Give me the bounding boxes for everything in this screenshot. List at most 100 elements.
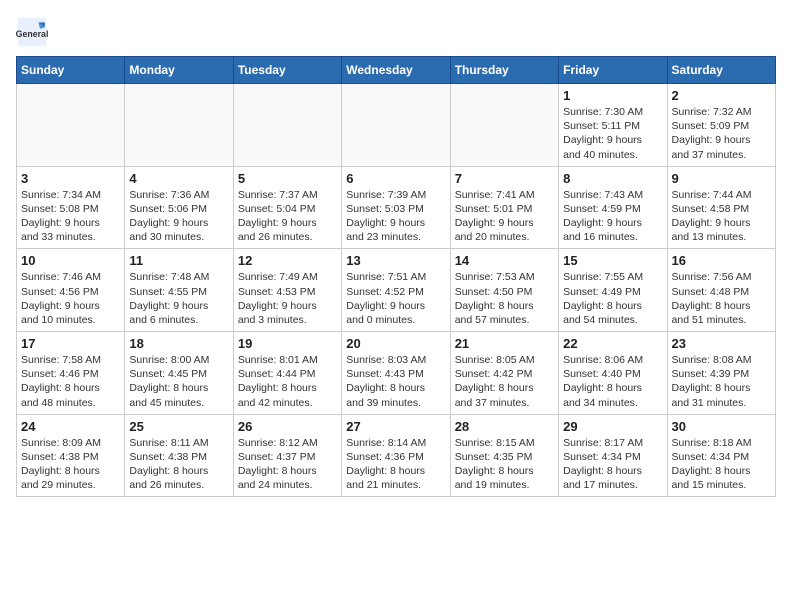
day-info: Sunrise: 7:49 AM Sunset: 4:53 PM Dayligh… [238,270,337,327]
column-header-tuesday: Tuesday [233,57,341,84]
calendar-week-5: 24 Sunrise: 8:09 AM Sunset: 4:38 PM Dayli… [17,414,776,497]
day-number: 10 [21,253,120,268]
column-header-wednesday: Wednesday [342,57,450,84]
column-header-sunday: Sunday [17,57,125,84]
calendar-week-1: 1 Sunrise: 7:30 AM Sunset: 5:11 PM Daylig… [17,84,776,167]
day-info: Sunrise: 7:46 AM Sunset: 4:56 PM Dayligh… [21,270,120,327]
calendar-week-3: 10 Sunrise: 7:46 AM Sunset: 4:56 PM Dayli… [17,249,776,332]
day-number: 14 [455,253,554,268]
day-info: Sunrise: 7:55 AM Sunset: 4:49 PM Dayligh… [563,270,662,327]
calendar-cell: 15Sunrise: 7:55 AM Sunset: 4:49 PM Dayli… [559,249,667,332]
calendar-cell: 7Sunrise: 7:41 AM Sunset: 5:01 PM Daylig… [450,166,558,249]
calendar-cell: 17 Sunrise: 7:58 AM Sunset: 4:46 PM Dayli… [17,332,125,415]
calendar-cell: 25 Sunrise: 8:11 AM Sunset: 4:38 PM Dayli… [125,414,233,497]
day-number: 3 [21,171,120,186]
day-number: 24 [21,419,120,434]
day-info: Sunrise: 7:56 AM Sunset: 4:48 PM Dayligh… [672,270,771,327]
day-info: Sunrise: 8:00 AM Sunset: 4:45 PM Dayligh… [129,353,228,410]
calendar-week-4: 17 Sunrise: 7:58 AM Sunset: 4:46 PM Dayli… [17,332,776,415]
calendar-cell [17,84,125,167]
day-number: 8 [563,171,662,186]
day-info: Sunrise: 7:39 AM Sunset: 5:03 PM Dayligh… [346,188,445,245]
calendar-cell: 30Sunrise: 8:18 AM Sunset: 4:34 PM Dayli… [667,414,775,497]
column-header-saturday: Saturday [667,57,775,84]
calendar-cell: 24 Sunrise: 8:09 AM Sunset: 4:38 PM Dayli… [17,414,125,497]
day-number: 29 [563,419,662,434]
calendar-cell: 11 Sunrise: 7:48 AM Sunset: 4:55 PM Dayli… [125,249,233,332]
calendar-cell: 18 Sunrise: 8:00 AM Sunset: 4:45 PM Dayli… [125,332,233,415]
day-info: Sunrise: 7:51 AM Sunset: 4:52 PM Dayligh… [346,270,445,327]
day-info: Sunrise: 8:06 AM Sunset: 4:40 PM Dayligh… [563,353,662,410]
calendar-cell: 26 Sunrise: 8:12 AM Sunset: 4:37 PM Dayli… [233,414,341,497]
day-number: 13 [346,253,445,268]
calendar-cell: 29 Sunrise: 8:17 AM Sunset: 4:34 PM Dayli… [559,414,667,497]
day-info: Sunrise: 8:15 AM Sunset: 4:35 PM Dayligh… [455,436,554,493]
day-number: 5 [238,171,337,186]
day-number: 17 [21,336,120,351]
day-number: 25 [129,419,228,434]
day-info: Sunrise: 8:09 AM Sunset: 4:38 PM Dayligh… [21,436,120,493]
calendar-cell: 28 Sunrise: 8:15 AM Sunset: 4:35 PM Dayli… [450,414,558,497]
day-info: Sunrise: 7:30 AM Sunset: 5:11 PM Dayligh… [563,105,662,162]
day-number: 1 [563,88,662,103]
day-info: Sunrise: 8:01 AM Sunset: 4:44 PM Dayligh… [238,353,337,410]
day-info: Sunrise: 7:41 AM Sunset: 5:01 PM Dayligh… [455,188,554,245]
day-info: Sunrise: 8:14 AM Sunset: 4:36 PM Dayligh… [346,436,445,493]
day-info: Sunrise: 7:34 AM Sunset: 5:08 PM Dayligh… [21,188,120,245]
day-number: 20 [346,336,445,351]
day-info: Sunrise: 8:12 AM Sunset: 4:37 PM Dayligh… [238,436,337,493]
day-info: Sunrise: 7:48 AM Sunset: 4:55 PM Dayligh… [129,270,228,327]
calendar-cell: 3 Sunrise: 7:34 AM Sunset: 5:08 PM Daylig… [17,166,125,249]
day-number: 23 [672,336,771,351]
calendar-cell: 5 Sunrise: 7:37 AM Sunset: 5:04 PM Daylig… [233,166,341,249]
day-info: Sunrise: 7:37 AM Sunset: 5:04 PM Dayligh… [238,188,337,245]
day-number: 28 [455,419,554,434]
calendar-cell: 27Sunrise: 8:14 AM Sunset: 4:36 PM Dayli… [342,414,450,497]
day-number: 26 [238,419,337,434]
logo: General [16,16,52,48]
calendar-cell: 21 Sunrise: 8:05 AM Sunset: 4:42 PM Dayli… [450,332,558,415]
calendar-cell: 4 Sunrise: 7:36 AM Sunset: 5:06 PM Daylig… [125,166,233,249]
calendar-cell: 20 Sunrise: 8:03 AM Sunset: 4:43 PM Dayli… [342,332,450,415]
calendar: SundayMondayTuesdayWednesdayThursdayFrid… [16,56,776,497]
calendar-cell: 9 Sunrise: 7:44 AM Sunset: 4:58 PM Daylig… [667,166,775,249]
calendar-cell: 2Sunrise: 7:32 AM Sunset: 5:09 PM Daylig… [667,84,775,167]
calendar-cell: 13 Sunrise: 7:51 AM Sunset: 4:52 PM Dayli… [342,249,450,332]
calendar-cell: 14 Sunrise: 7:53 AM Sunset: 4:50 PM Dayli… [450,249,558,332]
day-info: Sunrise: 7:44 AM Sunset: 4:58 PM Dayligh… [672,188,771,245]
day-number: 6 [346,171,445,186]
calendar-cell [450,84,558,167]
day-info: Sunrise: 7:36 AM Sunset: 5:06 PM Dayligh… [129,188,228,245]
day-info: Sunrise: 7:53 AM Sunset: 4:50 PM Dayligh… [455,270,554,327]
calendar-cell [342,84,450,167]
calendar-header-row: SundayMondayTuesdayWednesdayThursdayFrid… [17,57,776,84]
column-header-monday: Monday [125,57,233,84]
day-number: 11 [129,253,228,268]
calendar-cell: 16 Sunrise: 7:56 AM Sunset: 4:48 PM Dayli… [667,249,775,332]
calendar-cell: 23 Sunrise: 8:08 AM Sunset: 4:39 PM Dayli… [667,332,775,415]
calendar-week-2: 3 Sunrise: 7:34 AM Sunset: 5:08 PM Daylig… [17,166,776,249]
svg-text:General: General [16,29,48,39]
day-number: 4 [129,171,228,186]
header: General [16,16,776,48]
day-info: Sunrise: 8:11 AM Sunset: 4:38 PM Dayligh… [129,436,228,493]
day-number: 9 [672,171,771,186]
day-info: Sunrise: 7:43 AM Sunset: 4:59 PM Dayligh… [563,188,662,245]
calendar-cell: 19Sunrise: 8:01 AM Sunset: 4:44 PM Dayli… [233,332,341,415]
calendar-cell: 12 Sunrise: 7:49 AM Sunset: 4:53 PM Dayli… [233,249,341,332]
day-number: 12 [238,253,337,268]
day-info: Sunrise: 8:08 AM Sunset: 4:39 PM Dayligh… [672,353,771,410]
day-info: Sunrise: 8:03 AM Sunset: 4:43 PM Dayligh… [346,353,445,410]
logo-icon: General [16,16,48,48]
calendar-cell: 6 Sunrise: 7:39 AM Sunset: 5:03 PM Daylig… [342,166,450,249]
day-info: Sunrise: 8:18 AM Sunset: 4:34 PM Dayligh… [672,436,771,493]
calendar-cell: 10 Sunrise: 7:46 AM Sunset: 4:56 PM Dayli… [17,249,125,332]
day-info: Sunrise: 8:17 AM Sunset: 4:34 PM Dayligh… [563,436,662,493]
calendar-cell [125,84,233,167]
day-info: Sunrise: 7:58 AM Sunset: 4:46 PM Dayligh… [21,353,120,410]
day-number: 18 [129,336,228,351]
day-info: Sunrise: 8:05 AM Sunset: 4:42 PM Dayligh… [455,353,554,410]
day-number: 21 [455,336,554,351]
calendar-cell: 22Sunrise: 8:06 AM Sunset: 4:40 PM Dayli… [559,332,667,415]
day-number: 16 [672,253,771,268]
